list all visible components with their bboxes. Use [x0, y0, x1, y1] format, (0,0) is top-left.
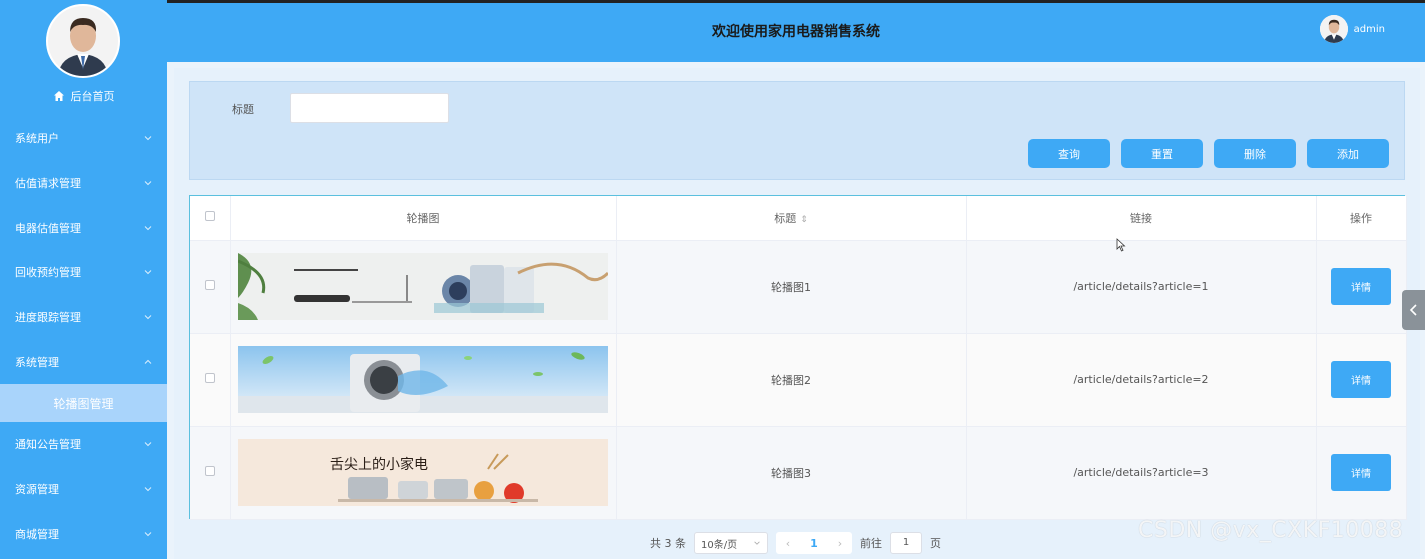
chevron-up-icon: [144, 359, 152, 364]
page-size-select[interactable]: 10条/页: [694, 532, 768, 554]
chevron-down-icon: [144, 315, 152, 320]
action-cell: 详情: [1316, 240, 1407, 334]
page-unit-label: 页: [930, 537, 941, 550]
chevron-down-icon: [144, 270, 152, 275]
column-header-image: 轮播图: [230, 196, 617, 241]
carousel-image-1: [238, 253, 608, 320]
chevron-down-icon: [144, 181, 152, 186]
row-checkbox[interactable]: [204, 373, 215, 383]
sidebar-item-label: 系统用户: [15, 132, 59, 146]
watermark-text: CSDN @vx_CXKF10088: [1138, 518, 1404, 543]
sidebar-item-valuation-requests[interactable]: 估值请求管理: [0, 161, 167, 206]
pagination: 共 3 条 10条/页 ‹ 1 › 前往 1 页: [650, 532, 941, 554]
row-checkbox[interactable]: [204, 280, 215, 290]
carousel-image-cell: 舌尖上的小家电: [230, 426, 617, 520]
column-header-link: 链接: [966, 196, 1317, 241]
mouse-cursor-icon: [1116, 238, 1126, 252]
page-title: 欢迎使用家用电器销售系统: [712, 24, 880, 40]
table-header-row: 轮播图 标题 ⇕ 链接 操作: [190, 196, 1407, 241]
next-page-button[interactable]: ›: [828, 537, 852, 550]
detail-button[interactable]: 详情: [1331, 268, 1391, 305]
sidebar-item-appliance-valuation[interactable]: 电器估值管理: [0, 205, 167, 250]
chevron-down-icon: [144, 225, 152, 230]
sidebar-item-label: 商城管理: [15, 527, 59, 541]
sidebar-item-label: 估值请求管理: [15, 177, 81, 191]
home-icon: [53, 91, 64, 101]
sidebar-item-label: 通知公告管理: [15, 438, 81, 452]
sidebar-item-label: 电器估值管理: [15, 221, 81, 235]
row-checkbox-cell[interactable]: [190, 333, 231, 427]
link-cell: /article/details?article=3: [966, 426, 1317, 520]
delete-button[interactable]: 删除: [1214, 139, 1296, 168]
action-cell: 详情: [1316, 426, 1407, 520]
table-row: 舌尖上的小家电 轮播图3 /article/details?article=3 …: [190, 426, 1407, 520]
sidebar-item-resources[interactable]: 资源管理: [0, 467, 167, 512]
page-nav: ‹ 1 ›: [776, 532, 852, 554]
column-header-title[interactable]: 标题 ⇕: [616, 196, 967, 241]
table-row: 轮播图1 /article/details?article=1 详情: [190, 240, 1407, 334]
sidebar-subitem-carousel[interactable]: 轮播图管理: [0, 384, 167, 423]
title-search-input[interactable]: [290, 93, 449, 123]
sidebar-item-label: 资源管理: [15, 483, 59, 497]
column-header-action: 操作: [1316, 196, 1407, 241]
user-avatar: [46, 4, 120, 78]
sidebar-item-recycle-appointments[interactable]: 回收预约管理: [0, 250, 167, 295]
user-menu[interactable]: admin: [1319, 15, 1385, 43]
sidebar-item-notices[interactable]: 通知公告管理: [0, 422, 167, 467]
home-link[interactable]: 后台首页: [0, 86, 167, 106]
action-cell: 详情: [1316, 333, 1407, 427]
username: admin: [1353, 23, 1385, 35]
sidebar-menu: 系统用户 估值请求管理 电器估值管理 回收预约管理 进度跟踪管理 系统管理 轮播…: [0, 116, 167, 556]
select-all-checkbox[interactable]: [204, 211, 215, 222]
title-cell: 轮播图2: [616, 333, 967, 427]
sort-icon[interactable]: ⇕: [800, 215, 808, 225]
banner-3-text: 舌尖上的小家电: [330, 456, 428, 473]
carousel-table: 轮播图 标题 ⇕ 链接 操作 轮播图1 /article/details?art…: [189, 195, 1407, 520]
collapse-panel-button[interactable]: [1402, 290, 1425, 330]
link-cell: /article/details?article=1: [966, 240, 1317, 334]
sidebar-item-progress-tracking[interactable]: 进度跟踪管理: [0, 295, 167, 340]
row-checkbox[interactable]: [204, 466, 215, 476]
sidebar-item-label: 进度跟踪管理: [15, 311, 81, 325]
sidebar-item-label: 回收预约管理: [15, 266, 81, 280]
column-header-title-label: 标题: [774, 211, 797, 225]
page-size-value: 10条/页: [701, 539, 738, 551]
row-checkbox-cell[interactable]: [190, 240, 231, 334]
detail-button[interactable]: 详情: [1331, 454, 1391, 491]
chevron-down-icon: [144, 136, 152, 141]
row-checkbox-cell[interactable]: [190, 426, 231, 520]
link-cell: /article/details?article=2: [966, 333, 1317, 427]
current-page[interactable]: 1: [800, 537, 828, 550]
sidebar-item-system-users[interactable]: 系统用户: [0, 116, 167, 161]
sidebar-item-mall[interactable]: 商城管理: [0, 512, 167, 557]
total-count: 共 3 条: [650, 537, 686, 550]
title-cell: 轮播图1: [616, 240, 967, 334]
chevron-down-icon: [144, 487, 152, 492]
select-all-cell[interactable]: [190, 196, 231, 241]
carousel-image-3: 舌尖上的小家电: [238, 439, 608, 506]
goto-page-input[interactable]: 1: [890, 532, 922, 554]
detail-button[interactable]: 详情: [1331, 361, 1391, 398]
prev-page-button[interactable]: ‹: [776, 537, 800, 550]
search-label: 标题: [232, 103, 254, 116]
reset-button[interactable]: 重置: [1121, 139, 1203, 168]
carousel-image-2: [238, 346, 608, 413]
carousel-image-cell: [230, 333, 617, 427]
table-row: 轮播图2 /article/details?article=2 详情: [190, 333, 1407, 427]
sidebar-item-label: 系统管理: [15, 355, 59, 369]
goto-label: 前往: [860, 537, 882, 550]
header-avatar: [1319, 15, 1348, 43]
chevron-down-icon: [144, 442, 152, 447]
add-button[interactable]: 添加: [1307, 139, 1389, 168]
chevron-down-icon: [144, 531, 152, 537]
sidebar-item-system-management[interactable]: 系统管理: [0, 339, 167, 384]
query-button[interactable]: 查询: [1028, 139, 1110, 168]
top-header: 欢迎使用家用电器销售系统 admin: [167, 0, 1425, 62]
sidebar: 后台首页 系统用户 估值请求管理 电器估值管理 回收预约管理 进度跟踪管理 系统…: [0, 0, 167, 559]
chevron-down-icon: [754, 541, 760, 545]
carousel-image-cell: [230, 240, 617, 334]
chevron-left-icon: [1409, 304, 1417, 316]
home-label: 后台首页: [70, 90, 115, 103]
title-cell: 轮播图3: [616, 426, 967, 520]
